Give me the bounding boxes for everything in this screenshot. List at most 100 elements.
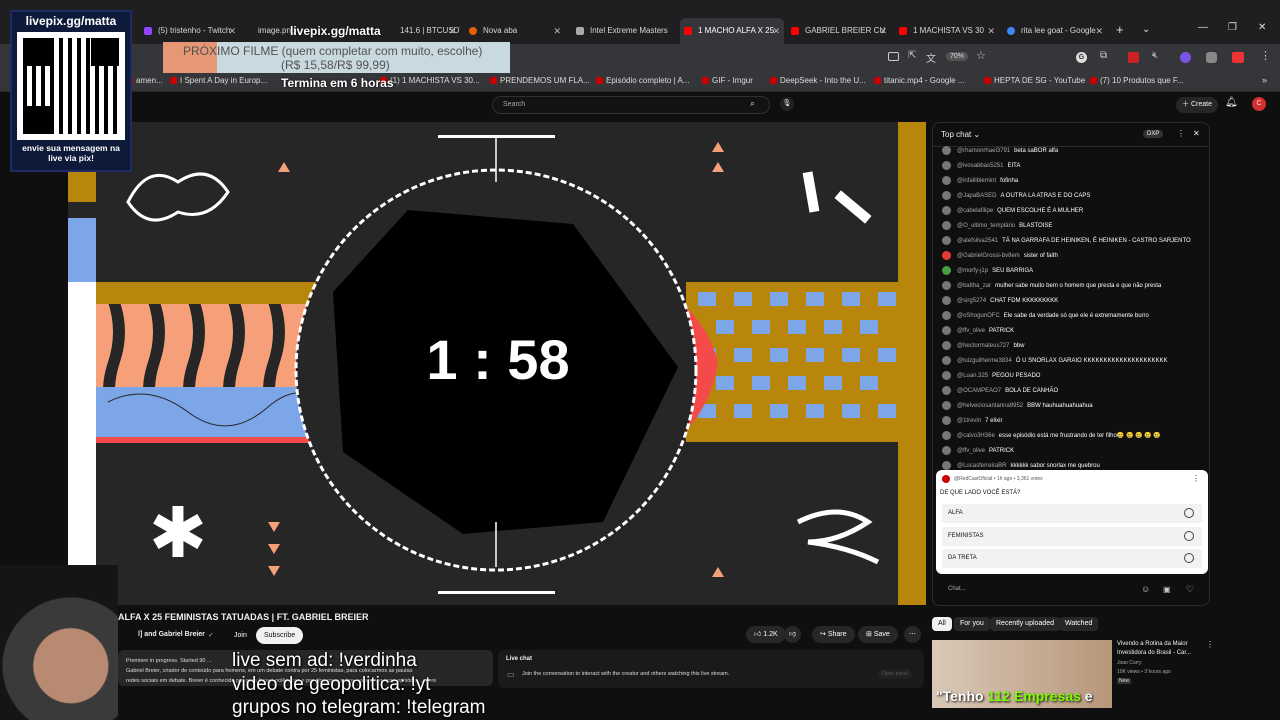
- avatar[interactable]: C: [1252, 97, 1266, 111]
- livepix-site-label: livepix.gg/matta: [290, 24, 381, 38]
- bookmark-item[interactable]: DeepSeek - Into the U...: [770, 76, 866, 85]
- chat-messages: @rhamonrhael3791 beta saBOR alfa @ivosabb…: [932, 146, 1210, 470]
- more-bookmarks-icon[interactable]: »: [1262, 75, 1267, 85]
- qr-code: [17, 32, 125, 140]
- close-icon[interactable]: ✕: [448, 18, 456, 44]
- chat-message: @LucasferreiraBR kkkkkk sabor snorlax me …: [942, 461, 1100, 470]
- avatar: [942, 326, 951, 335]
- create-button[interactable]: ＋ Create: [1176, 97, 1218, 113]
- search-input[interactable]: Search: [492, 96, 770, 114]
- stream-command-2: video de geopolitica: !yt: [232, 674, 431, 695]
- zoom-badge[interactable]: 70%: [946, 52, 969, 61]
- tab-6[interactable]: 1 MACHO ALFA X 25 ✕: [680, 18, 784, 44]
- bookmark-item[interactable]: titanic.mp4 - Google ...: [874, 76, 964, 85]
- related-video-title[interactable]: Vivendo a Rotina da Maior Investidora do…: [1117, 640, 1205, 658]
- translate-icon[interactable]: 文: [926, 50, 936, 65]
- subscribe-button[interactable]: Subscribe: [256, 627, 304, 644]
- chat-message: @Luan.325 PEGOU PESADO: [942, 371, 1040, 380]
- thumbs-up-icon: 👍︎: [754, 631, 764, 638]
- tab-5[interactable]: Intel Extreme Masters: [572, 18, 675, 44]
- share-button[interactable]: ↪ Share: [812, 626, 855, 643]
- save-button[interactable]: ⊞ Save: [858, 626, 898, 643]
- close-icon[interactable]: ✕: [1095, 18, 1103, 44]
- more-icon[interactable]: ⋮: [1192, 474, 1200, 483]
- tab-9[interactable]: rita lee goat - Google ✕: [1003, 18, 1107, 44]
- poll-option[interactable]: FEMINISTAS: [942, 527, 1202, 546]
- tab-7[interactable]: GABRIEL BREIER CU ✕: [787, 18, 891, 44]
- tab-search-icon[interactable]: ⌄: [1142, 24, 1150, 35]
- menu-icon[interactable]: ⋮: [1260, 49, 1271, 62]
- more-actions-button[interactable]: ⋯: [904, 626, 921, 643]
- extension-red-icon[interactable]: [1128, 52, 1139, 63]
- chat-message: @baltha_zar mulher sabe muito bem o homem…: [942, 281, 1161, 290]
- chip-recently-uploaded[interactable]: Recently uploaded: [990, 617, 1060, 631]
- mic-icon[interactable]: 🎙︎: [780, 97, 794, 111]
- chat-message: @ffv_olive PATRICK: [942, 326, 1014, 335]
- chip-for-you[interactable]: For you: [954, 617, 990, 631]
- heart-icon[interactable]: ♡: [1186, 584, 1194, 595]
- tab-1[interactable]: (5) tristenho - Twitch ✕: [140, 18, 240, 44]
- audio-icon[interactable]: 🔇︎: [1152, 50, 1158, 61]
- super-chat-icon[interactable]: ▣: [1163, 585, 1171, 594]
- poll-option[interactable]: ALFA: [942, 504, 1202, 523]
- screenshot-icon[interactable]: [888, 52, 899, 61]
- bookmark-item[interactable]: Episódio completo | A...: [596, 76, 689, 85]
- youtube-icon: [899, 27, 907, 35]
- search-icon[interactable]: ⌕: [750, 98, 755, 109]
- tab-3[interactable]: 141.6 | BTCUSDT ✕: [382, 18, 460, 44]
- notifications-icon[interactable]: 🔔︎: [1225, 97, 1238, 108]
- chat-message: @1trevin 7 elixir: [942, 416, 1002, 425]
- tab-2[interactable]: image.png: [240, 18, 295, 44]
- dislike-button[interactable]: 👎︎: [784, 626, 802, 643]
- tab-8[interactable]: 1 MACHISTA VS 30 ✕: [895, 18, 999, 44]
- chat-header: Top chat ⌄ DXP ⋮ ✕: [933, 123, 1209, 147]
- bookmark-item[interactable]: PRENDEMOS UM FLA...: [490, 76, 590, 85]
- close-icon[interactable]: ✕: [228, 18, 236, 44]
- close-icon[interactable]: ✕: [1193, 129, 1200, 138]
- chip-all[interactable]: All: [932, 617, 952, 631]
- chat-input[interactable]: Chat...: [940, 582, 1130, 598]
- close-icon[interactable]: ✕: [987, 18, 995, 44]
- avatar: [942, 251, 951, 260]
- chevron-down-icon: ⌄: [973, 130, 981, 139]
- emoji-icon[interactable]: ☺: [1141, 584, 1150, 594]
- streamer-webcam: [0, 565, 118, 720]
- bookmark-item[interactable]: (1) 1 MACHISTA VS 30...: [380, 76, 480, 85]
- close-icon[interactable]: ✕: [553, 18, 561, 44]
- maximize-icon[interactable]: ❐: [1228, 22, 1237, 33]
- extension-grey-icon[interactable]: [1206, 52, 1217, 63]
- video-player[interactable]: ✱ 1 : 58: [68, 122, 926, 605]
- chat-message: @infalliblemint fofinha: [942, 176, 1018, 185]
- tab-4[interactable]: Nova aba ✕: [465, 18, 565, 44]
- dxp-badge[interactable]: DXP: [1143, 130, 1164, 138]
- chat-poll: @RedCastOficial • 1h ago • 3,361 votes ⋮…: [936, 470, 1208, 574]
- poll-option[interactable]: DA TRETA: [942, 549, 1202, 568]
- open-panel-button[interactable]: Open panel: [878, 669, 912, 679]
- related-video-more-icon[interactable]: ⋮: [1206, 640, 1214, 649]
- join-button[interactable]: Join: [226, 627, 255, 644]
- extension-g-icon[interactable]: G: [1076, 52, 1087, 63]
- related-video-channel[interactable]: Joao Curry: [1117, 660, 1141, 666]
- avatar: [942, 161, 951, 170]
- like-button[interactable]: 👍︎ 1.2K: [746, 626, 786, 643]
- bookmark-item[interactable]: GIF - Imgur: [702, 76, 753, 85]
- close-icon[interactable]: ✕: [879, 18, 887, 44]
- close-icon[interactable]: ✕: [772, 18, 780, 44]
- extension-abp-icon[interactable]: [1232, 52, 1244, 63]
- channel-name[interactable]: l] and Gabriel Breier: [138, 631, 205, 638]
- chat-mode-dropdown[interactable]: Top chat ⌄: [941, 130, 980, 139]
- window-close-icon[interactable]: ✕: [1258, 22, 1266, 33]
- bookmark-item[interactable]: I Spent A Day in Europ...: [170, 76, 267, 85]
- more-icon[interactable]: ⋮: [1177, 129, 1185, 138]
- minimize-icon[interactable]: —: [1198, 22, 1208, 33]
- new-tab-button[interactable]: +: [1116, 22, 1124, 37]
- extensions-icon[interactable]: ⧉: [1100, 50, 1107, 61]
- extension-purple-icon[interactable]: [1180, 52, 1191, 63]
- related-video-thumbnail[interactable]: "Tenho 112 Empresas e: [932, 640, 1112, 708]
- countdown-timer: 1 : 58: [426, 328, 570, 391]
- star-icon[interactable]: ☆: [976, 49, 986, 62]
- bookmark-item[interactable]: HEPTA DE SG - YouTube: [984, 76, 1085, 85]
- chip-watched[interactable]: Watched: [1059, 617, 1099, 631]
- bookmark-item[interactable]: (7) 10 Produtos que F...: [1090, 76, 1184, 85]
- share-icon[interactable]: ⇱: [908, 50, 916, 61]
